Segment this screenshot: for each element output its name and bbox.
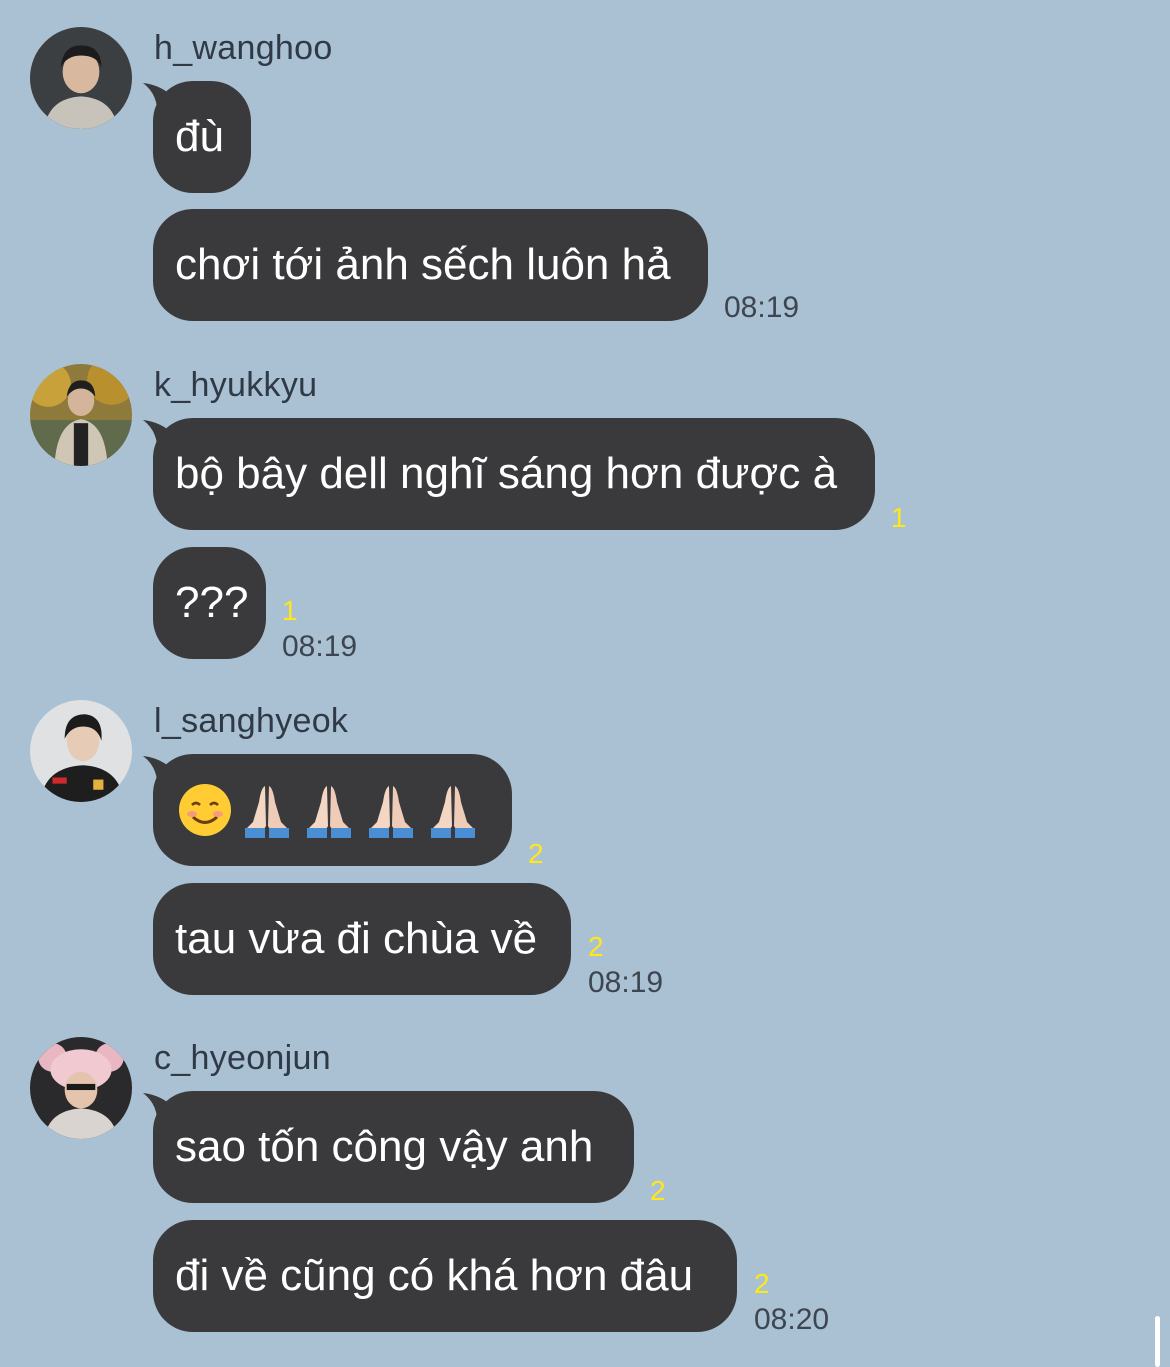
message-time: 08:19 bbox=[724, 291, 800, 324]
avatar[interactable] bbox=[30, 364, 132, 466]
unread-count: 1 bbox=[282, 595, 298, 626]
avatar[interactable] bbox=[30, 27, 132, 129]
avatar[interactable] bbox=[30, 1037, 132, 1139]
message-bubble[interactable]: sao tốn công vậy anh bbox=[153, 1091, 634, 1203]
folded-hands-icon bbox=[307, 786, 351, 838]
message-bubble[interactable]: đi về cũng có khá hơn đâu bbox=[153, 1220, 737, 1332]
avatar[interactable] bbox=[30, 700, 132, 802]
message-bubble[interactable]: tau vừa đi chùa về bbox=[153, 883, 571, 995]
message-bubble[interactable]: bộ bây dell nghĩ sáng hơn được à bbox=[153, 418, 875, 530]
unread-count: 2 bbox=[754, 1268, 770, 1299]
scrollbar[interactable] bbox=[1155, 1316, 1160, 1367]
message-bubble[interactable] bbox=[153, 754, 512, 866]
folded-hands-icon bbox=[431, 786, 475, 838]
sender-name: l_sanghyeok bbox=[154, 702, 349, 740]
smiling-face-icon bbox=[179, 784, 231, 836]
message-time: 08:19 bbox=[282, 630, 358, 663]
unread-count: 1 bbox=[891, 502, 907, 533]
unread-count: 2 bbox=[588, 931, 604, 962]
folded-hands-icon bbox=[245, 786, 289, 838]
sender-name: k_hyukkyu bbox=[154, 366, 318, 404]
message-time: 08:19 bbox=[588, 966, 664, 999]
folded-hands-icon bbox=[369, 786, 413, 838]
message-bubble[interactable]: đù bbox=[153, 81, 251, 193]
sender-name: c_hyeonjun bbox=[154, 1039, 331, 1077]
sender-name: h_wanghoo bbox=[154, 29, 333, 67]
unread-count: 2 bbox=[528, 838, 544, 869]
message-bubble[interactable]: chơi tới ảnh sếch luôn hả bbox=[153, 209, 708, 321]
message-bubble[interactable]: ??? bbox=[153, 547, 266, 659]
message-time: 08:20 bbox=[754, 1303, 830, 1336]
unread-count: 2 bbox=[650, 1175, 666, 1206]
emoji-row bbox=[175, 754, 490, 866]
